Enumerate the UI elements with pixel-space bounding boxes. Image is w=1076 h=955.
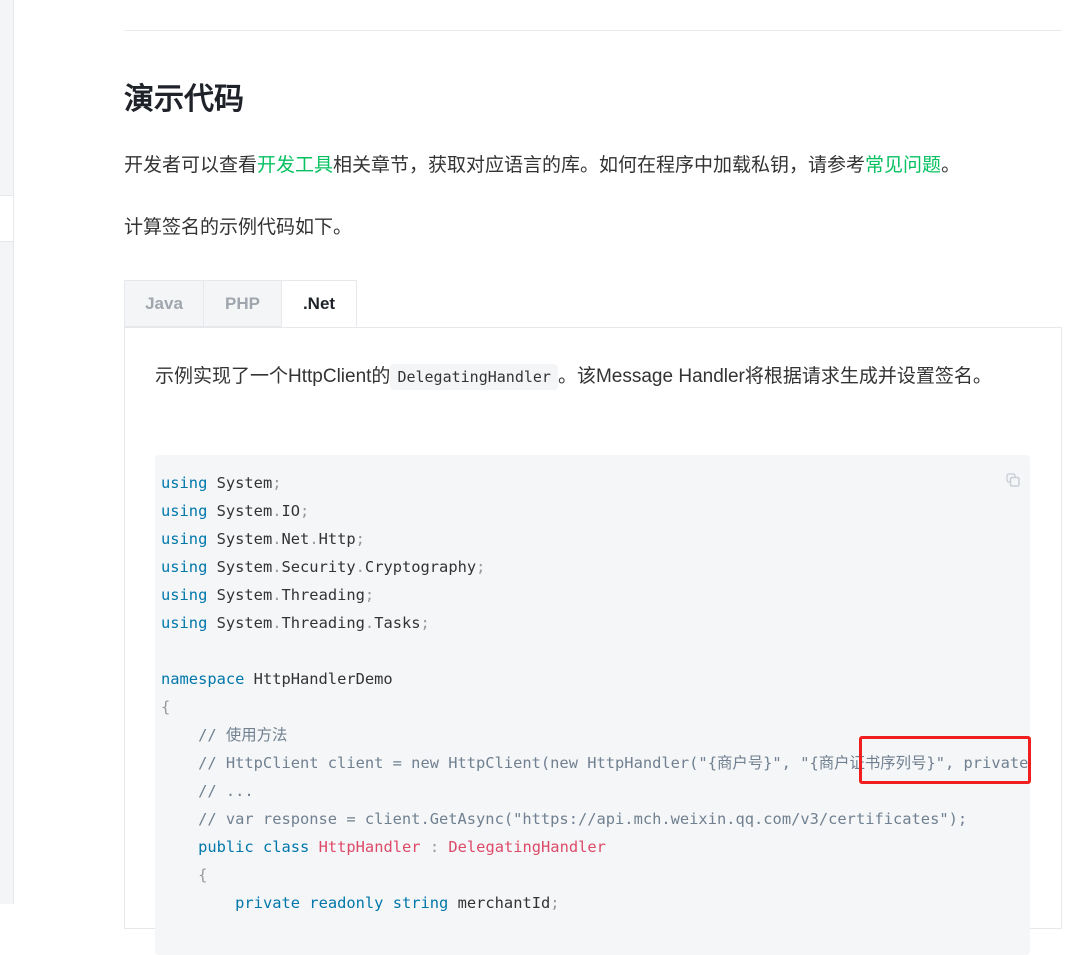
code-line: using System; <box>161 469 1030 497</box>
tab-php[interactable]: PHP <box>203 280 281 327</box>
code-token: Net <box>281 530 310 548</box>
highlight-box <box>859 736 1031 784</box>
code-token: using <box>161 502 208 520</box>
code-line: namespace HttpHandlerDemo <box>161 665 1030 693</box>
code-line: using System.Security.Cryptography; <box>161 553 1030 581</box>
code-token: . <box>272 614 282 632</box>
code-line: using System.Threading.Tasks; <box>161 609 1030 637</box>
code-token: . <box>355 558 365 576</box>
code-token: class <box>262 838 310 856</box>
code-token: using <box>161 558 208 576</box>
code-token: System <box>207 530 273 548</box>
code-token: IO <box>281 502 301 520</box>
code-token: Threading <box>281 586 365 604</box>
code-token: string <box>392 894 449 912</box>
code-line: { <box>161 861 1030 889</box>
code-token: // ... <box>161 782 254 800</box>
code-token: ; <box>300 502 310 520</box>
code-token: Cryptography <box>364 558 477 576</box>
code-token: using <box>161 530 208 548</box>
code-token: System <box>207 502 273 520</box>
code-line: using System.Threading; <box>161 581 1030 609</box>
code-token: // 使用方法 <box>161 726 288 744</box>
code-line: public class HttpHandler : DelegatingHan… <box>161 833 1030 861</box>
code-token: using <box>161 614 208 632</box>
code-token: System <box>207 474 273 492</box>
tab-panel: 示例实现了一个HttpClient的 DelegatingHandler 。该Mes… <box>124 327 1062 955</box>
code-token: // var response = client.GetAsync("https… <box>161 810 968 828</box>
code-token: HttpHandlerDemo <box>244 670 393 688</box>
code-line: { <box>161 693 1030 721</box>
code-token: using <box>161 474 208 492</box>
dev-tools-link[interactable]: 开发工具 <box>257 155 333 176</box>
code-token: ; <box>272 474 282 492</box>
code-token: private <box>235 894 301 912</box>
tab-dotnet[interactable]: .Net <box>281 280 357 327</box>
code-token: { <box>198 866 208 884</box>
code-token: . <box>272 558 282 576</box>
section-heading: 演示代码 <box>124 83 244 116</box>
code-token: . <box>272 530 282 548</box>
code-token: { <box>161 698 171 716</box>
code-token: Tasks <box>374 614 421 632</box>
code-token: HttpHandler <box>318 838 421 856</box>
code-token: . <box>272 586 282 604</box>
code-token: public <box>198 838 254 856</box>
code-token: ; <box>550 894 560 912</box>
code-token: ; <box>355 530 365 548</box>
code-token: Security <box>281 558 356 576</box>
intro-text: 。 <box>941 155 961 176</box>
intro-text: 相关章节，获取对应语言的库。如何在程序中加载私钥，请参考 <box>333 155 866 176</box>
code-token: ; <box>420 614 430 632</box>
code-token: Http <box>318 530 356 548</box>
sidebar-section <box>0 195 13 242</box>
language-tabs: Java PHP .Net <box>124 280 357 327</box>
description-text: 。该Message Handler将根据请求生成并设置签名。 <box>557 366 992 387</box>
description-text: 示例实现了一个HttpClient的 <box>155 366 391 387</box>
code-token: readonly <box>309 894 384 912</box>
code-token: merchantId <box>448 894 551 912</box>
code-token: . <box>364 614 375 632</box>
code-token: ; <box>476 558 486 576</box>
description: 示例实现了一个HttpClient的 DelegatingHandler 。该Mes… <box>155 360 1025 394</box>
code-token: . <box>309 530 319 548</box>
code-content: using System; using System.IO; using Syste… <box>161 469 1030 917</box>
sidebar <box>0 0 14 904</box>
code-token: . <box>272 502 282 520</box>
divider <box>124 30 1062 31</box>
code-token: System <box>207 558 273 576</box>
code-line: using System.IO; <box>161 497 1030 525</box>
code-line: private readonly string merchantId; <box>161 889 1030 917</box>
inline-code: DelegatingHandler <box>390 364 558 390</box>
code-token: : <box>429 838 440 856</box>
code-line: using System.Net.Http; <box>161 525 1030 553</box>
intro-paragraph: 开发者可以查看开发工具相关章节，获取对应语言的库。如何在程序中加载私钥，请参考常… <box>124 150 960 177</box>
code-block: using System; using System.IO; using Syste… <box>155 455 1030 955</box>
code-line: // var response = client.GetAsync("https… <box>161 805 1030 833</box>
code-token: ; <box>364 586 375 604</box>
code-token: using <box>161 586 208 604</box>
sample-note: 计算签名的示例代码如下。 <box>124 217 353 238</box>
code-token: System <box>207 586 273 604</box>
tab-java[interactable]: Java <box>124 280 203 327</box>
code-token: DelegatingHandler <box>448 838 606 856</box>
faq-link[interactable]: 常见问题 <box>865 155 941 176</box>
code-token: System <box>207 614 273 632</box>
code-token: Threading <box>281 614 365 632</box>
intro-text: 开发者可以查看 <box>124 155 258 176</box>
code-token: namespace <box>161 670 245 688</box>
